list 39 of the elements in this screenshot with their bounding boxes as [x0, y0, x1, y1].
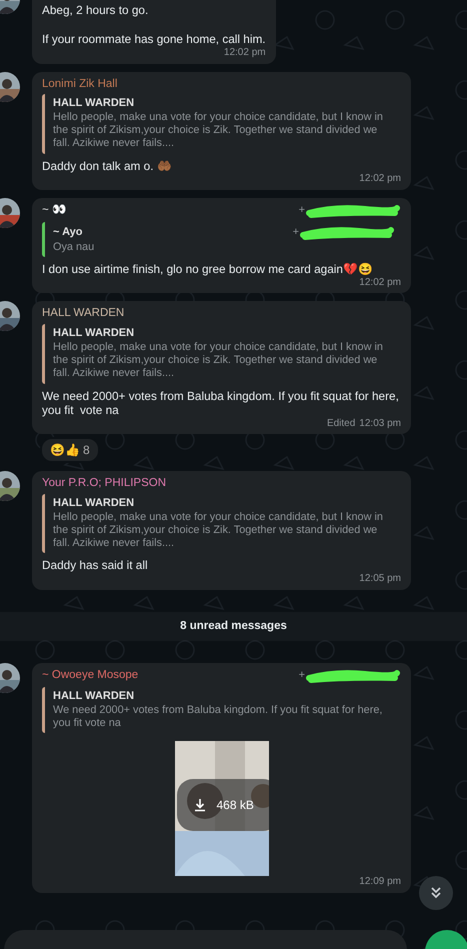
reaction-count: 8 — [83, 442, 90, 460]
phone-prefix: + — [298, 204, 305, 218]
download-icon — [192, 798, 206, 812]
quote-text: Hello people, make una vote for your choice candidate, but I know in the spirit of Zikism,your choice is Zik. Together we stand divided we fall. Azikiwe never fails.... — [53, 340, 384, 380]
message-text: Daddy has said it all — [42, 558, 149, 574]
file-size: 468 kB — [216, 798, 254, 813]
message-text: Daddy don talk am o. 🤲🏾 — [42, 158, 173, 174]
message-time: 12:05 pm — [359, 573, 401, 584]
sender-name: HALL WARDEN — [42, 306, 124, 321]
quote-author: ~ Ayo — [53, 226, 82, 240]
message-time: 12:03 pm — [359, 418, 401, 429]
message-time: 12:02 pm — [359, 276, 401, 288]
download-button[interactable]: 468 kB — [176, 779, 268, 832]
quote-text: We need 2000+ votes from Baluba kingdom. If you fit squat for here, you fit vote na — [53, 704, 384, 730]
message-time: 12:02 pm — [359, 173, 401, 184]
sender-name: Lonimi Zik Hall — [42, 76, 118, 92]
double-chevron-down-icon — [429, 886, 443, 900]
quote-author: HALL WARDEN — [53, 97, 134, 111]
quote-author: HALL WARDEN — [53, 690, 134, 704]
message-time: 12:09 pm — [359, 876, 401, 888]
message-text: I don use airtime finish, glo no gree borrow me card again💔😆 — [42, 262, 374, 277]
quote-author: HALL WARDEN — [53, 496, 134, 511]
phone-prefix: + — [298, 669, 305, 683]
unread-messages-banner: 8 unread messages — [0, 612, 467, 641]
message-text: Abeg, 2 hours to go. If your roommate has gone home, call him. — [42, 3, 266, 48]
message-time: 12:02 pm — [224, 47, 266, 58]
reactions-pill[interactable]: 😆👍 8 — [40, 437, 100, 464]
message-text: We need 2000+ votes from Baluba kingdom. If you fit squat for here, you fit vote na — [42, 388, 400, 418]
sender-name: Your P.R.O; PHILIPSON — [42, 476, 166, 491]
quote-text: Oya nau — [53, 240, 96, 254]
reaction-emojis: 😆👍 — [50, 442, 80, 460]
quote-text: Hello people, make una vote for your choice candidate, but I know in the spirit of Zikism,your choice is Zik. Together we stand divided we fall. Azikiwe never fails.... — [53, 510, 384, 550]
quote-text: Hello people, make una vote for your choice candidate, but I know in the spirit of Zikism,your choice is Zik. Together we stand divided we fall. Azikiwe never fails.... — [53, 110, 384, 151]
sender-name: ~ 👀 — [42, 202, 66, 218]
sender-name: ~ Owoeye Mosope — [42, 668, 138, 683]
scroll-down-button[interactable] — [419, 876, 453, 910]
edited-label: Edited — [326, 418, 356, 429]
quote-author: HALL WARDEN — [53, 326, 134, 341]
phone-prefix: + — [292, 226, 299, 240]
